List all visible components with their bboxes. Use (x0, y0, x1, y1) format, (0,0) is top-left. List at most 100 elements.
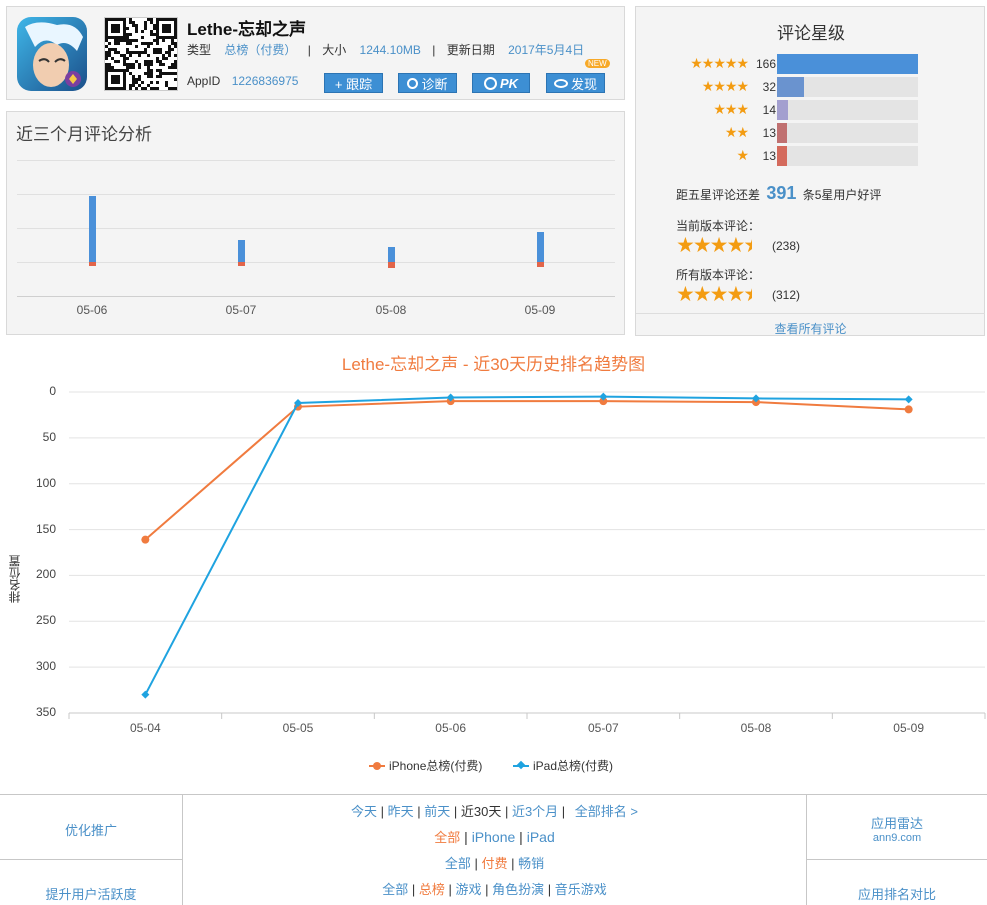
data-point-marker (599, 392, 608, 401)
update-label: 更新日期 (446, 43, 495, 57)
discover-button[interactable]: 发现 (546, 73, 605, 93)
device-all[interactable]: 全部 (434, 830, 460, 845)
filter-yesterday[interactable]: 昨天 (388, 804, 414, 819)
gridline (17, 160, 615, 161)
review-analysis-title: 近三个月评论分析 (16, 125, 152, 144)
x-tick-label: 05-06 (435, 721, 467, 735)
data-point-marker (752, 398, 760, 407)
device-iphone[interactable]: iPhone (472, 829, 516, 845)
review-analysis-panel: 近三个月评论分析 05-06 05-07 05-08 05-09 (6, 111, 625, 335)
filter-today[interactable]: 今天 (351, 804, 377, 819)
y-tick-label: 50 (42, 429, 56, 444)
app-icon[interactable] (17, 17, 87, 91)
bottom-nav: 优化推广 提升用户活跃度 应用雷达 ann9.com 应用排名对比 今天 | 昨… (0, 794, 987, 905)
data-point-marker (141, 535, 150, 544)
star-level-label: ★ (736, 147, 749, 163)
all-versions-label: 所有版本评论： (676, 268, 761, 282)
star-level-bar-fill (777, 123, 787, 143)
category-filter: 全部 | 总榜 | 游戏 | 角色扮演 | 音乐游戏 (382, 882, 607, 897)
price-grossing[interactable]: 畅销 (518, 856, 544, 871)
app-name: Lethe-忘却之声 (187, 20, 306, 39)
five-star-gap: 距五星评论还差 391 条5星用户好评 (676, 183, 881, 204)
legend-swatch (369, 761, 385, 770)
track-label: + 跟踪 (334, 76, 373, 92)
positive-review-bar (238, 240, 245, 262)
app-radar-link[interactable]: 应用雷达 (806, 813, 987, 832)
chart-title: Lethe-忘却之声 - 近30天历史排名趋势图 (341, 355, 646, 374)
data-point-marker (294, 402, 302, 411)
x-tick-label: 05-08 (740, 721, 772, 735)
type-value[interactable]: 总榜（付费） (224, 43, 296, 57)
star-level-bar-track (777, 77, 918, 97)
pk-button[interactable]: PK (472, 73, 530, 93)
divider (807, 859, 987, 860)
appid-label: AppID (187, 74, 221, 88)
price-all[interactable]: 全部 (445, 856, 471, 871)
category-music-games[interactable]: 音乐游戏 (555, 882, 607, 897)
divider: | (432, 43, 436, 57)
star-level-bar-fill (777, 100, 789, 120)
magnifier-icon (407, 77, 419, 89)
divider: | (307, 43, 311, 57)
star-level-label: ★★ (724, 124, 749, 140)
positive-review-bar (388, 247, 395, 262)
promote-link[interactable]: 优化推广 (0, 820, 182, 839)
gridline (17, 262, 615, 263)
legend-item[interactable]: iPad总榜(付费) (513, 757, 613, 774)
gap-suffix: 条5星用户好评 (802, 188, 882, 202)
site-link[interactable]: ann9.com (806, 832, 987, 844)
negative-review-bar (238, 262, 245, 266)
review-date-label: 05-08 (375, 303, 407, 317)
star-level-label: ★★★ (713, 101, 749, 117)
star-level-bar-fill (777, 77, 804, 97)
track-button[interactable]: + 跟踪 (324, 73, 383, 93)
star-level-label: ★★★★ (701, 78, 749, 94)
x-tick-label: 05-04 (129, 721, 161, 735)
filter-all-ranks[interactable]: 全部排名 > (575, 804, 638, 819)
data-point-marker (294, 399, 302, 408)
legend-marker (373, 761, 381, 770)
category-overall[interactable]: 总榜 (419, 882, 445, 897)
star-level-count: 32 (762, 80, 776, 94)
y-tick-label: 300 (35, 659, 56, 674)
star-level-count: 13 (762, 126, 776, 140)
user-activity-link[interactable]: 提升用户活跃度 (0, 884, 182, 903)
legend-label: iPad总榜(付费) (533, 759, 614, 773)
app-meta-row: 类型 总榜（付费） | 大小 1244.10MB | 更新日期 2017年5月4… (187, 41, 584, 58)
rank-compare-link[interactable]: 应用排名对比 (806, 884, 987, 903)
price-filter: 全部 | 付费 | 畅销 (444, 856, 545, 871)
filter-30-days[interactable]: 近30天 (461, 804, 501, 819)
diagnose-button[interactable]: 诊断 (398, 73, 457, 93)
current-rating-count: (238) (772, 239, 801, 253)
legend-label: iPhone总榜(付费) (389, 759, 483, 773)
data-point-marker (446, 397, 455, 406)
category-rpg[interactable]: 角色扮演 (492, 882, 544, 897)
device-ipad[interactable]: iPad (527, 829, 555, 845)
filter-day-before[interactable]: 前天 (424, 804, 450, 819)
ratings-panel: 评论星级 ★★★★★ 166 ★★★★ 32 ★★★ 14 ★★ 13 ★ 13 距五星评论还差 … (635, 6, 985, 336)
gridline (17, 228, 615, 229)
ratings-title: 评论星级 (777, 24, 845, 43)
category-all[interactable]: 全部 (382, 882, 408, 897)
diagnose-label: 诊断 (421, 76, 448, 92)
pk-icon (483, 76, 497, 90)
legend-marker (516, 760, 526, 769)
star-level-bar-fill (777, 146, 787, 166)
appid-value[interactable]: 1226836975 (232, 74, 299, 88)
filter-3-months[interactable]: 近3个月 (512, 804, 558, 819)
y-tick-label: 200 (35, 567, 56, 582)
legend-item[interactable]: iPhone总榜(付费) (369, 757, 482, 774)
category-games[interactable]: 游戏 (455, 882, 481, 897)
star-level-count: 166 (755, 57, 776, 71)
star-level-label: ★★★★★ (690, 55, 749, 71)
size-value: 1244.10MB (359, 43, 421, 57)
app-info-panel: Lethe-忘却之声 类型 总榜（付费） | 大小 1244.10MB | 更新… (6, 6, 625, 100)
gap-number: 391 (766, 183, 797, 203)
device-filter: 全部 | iPhone | iPad (434, 829, 555, 845)
gap-prefix: 距五星评论还差 (676, 188, 761, 202)
divider (0, 859, 182, 860)
data-point-marker (904, 395, 913, 404)
data-point-marker (446, 393, 455, 402)
price-paid[interactable]: 付费 (481, 856, 507, 871)
view-all-reviews-link[interactable]: 查看所有评论 (636, 320, 985, 337)
